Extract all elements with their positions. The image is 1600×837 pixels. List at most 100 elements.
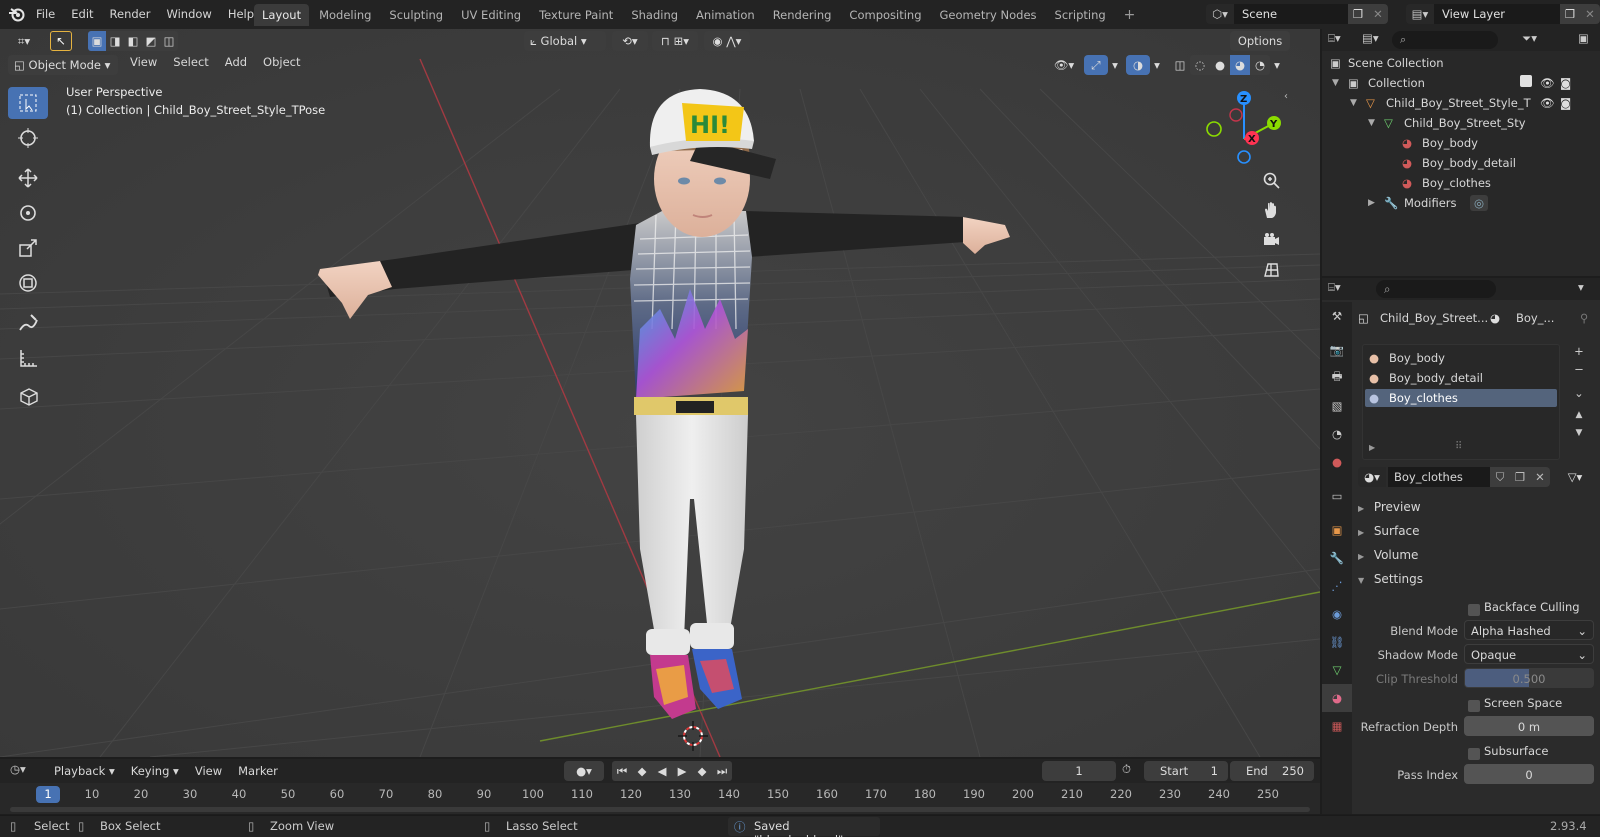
measure-tool-icon[interactable]	[8, 342, 48, 374]
tab-shading[interactable]: Shading	[623, 4, 686, 26]
add-workspace-button[interactable]: +	[1116, 4, 1144, 26]
ortho-grid-icon[interactable]	[1256, 255, 1286, 285]
solid-shading-icon[interactable]: ●	[1210, 55, 1230, 75]
gizmo-dropdown-icon[interactable]: ▾	[1108, 55, 1122, 75]
select-extend-icon[interactable]: ◨	[106, 31, 124, 51]
collection-tab-icon[interactable]: ▭	[1322, 482, 1352, 510]
properties-search-input[interactable]: ⌕	[1376, 280, 1496, 298]
outliner-row-modifiers[interactable]: ▶ 🔧 Modifiers ◎	[1322, 193, 1600, 213]
outliner-row-scene-collection[interactable]: ▣ Scene Collection	[1322, 53, 1600, 73]
new-view-layer-icon[interactable]: ❐	[1560, 4, 1580, 24]
viewport-menu-object[interactable]: Object	[255, 55, 308, 69]
slot-specials-icon[interactable]: ⌄	[1568, 380, 1590, 404]
modifier-tab-icon[interactable]: 🔧	[1322, 544, 1352, 572]
tab-compositing[interactable]: Compositing	[841, 4, 929, 26]
particles-tab-icon[interactable]: ⋰	[1322, 572, 1352, 600]
annotate-tool-icon[interactable]	[8, 307, 48, 339]
refraction-depth-field[interactable]: 0 m	[1464, 716, 1594, 736]
output-tab-icon[interactable]: 🖶	[1322, 364, 1352, 392]
tab-texture-paint[interactable]: Texture Paint	[531, 4, 621, 26]
timeline-editor-type-icon[interactable]: ◷▾	[10, 762, 26, 776]
eye-icon[interactable]: 👁	[1540, 73, 1555, 93]
view-layer-icon[interactable]: ▤▾	[1406, 4, 1434, 24]
pin-icon[interactable]: ⚲	[1580, 308, 1588, 328]
scene-name-field[interactable]: Scene	[1234, 4, 1348, 24]
blend-mode-dropdown[interactable]: Alpha Hashed ⌄	[1464, 620, 1594, 640]
rotate-tool-icon[interactable]	[8, 197, 48, 229]
viewport-menu-add[interactable]: Add	[217, 55, 255, 69]
outliner-row-material-clothes[interactable]: ◕ Boy_clothes	[1322, 173, 1600, 193]
jump-end-icon[interactable]: ⏭	[712, 761, 732, 781]
fake-user-icon[interactable]: ⛉	[1490, 467, 1510, 487]
object-render-icon[interactable]: ◙	[1560, 93, 1571, 113]
overlays-icon[interactable]: ◑	[1126, 55, 1150, 75]
proportional-edit-icon[interactable]: ◉ ⋀▾	[704, 31, 750, 51]
constraints-tab-icon[interactable]: ⛓	[1322, 628, 1352, 656]
outliner-row-object[interactable]: ▼ ▽ Child_Boy_Street_Style_T 👁 ◙	[1322, 93, 1600, 113]
outliner-row-collection[interactable]: ▼ ▣ Collection 👁 ◙	[1322, 73, 1600, 93]
duplicate-material-icon[interactable]: ❐	[1510, 467, 1530, 487]
view-layer-tab-icon[interactable]: ▧	[1322, 392, 1352, 420]
texture-tab-icon[interactable]: ▦	[1322, 712, 1352, 740]
object-tab-icon[interactable]: ▣	[1322, 516, 1352, 544]
select-set-icon[interactable]: ▣	[88, 31, 106, 51]
tool-tab-icon[interactable]: ⚒	[1322, 302, 1352, 330]
object-mode-dropdown[interactable]: ◱ Object Mode ▾	[8, 55, 118, 75]
view-layer-field[interactable]: View Layer	[1434, 4, 1560, 24]
zoom-icon[interactable]	[1256, 165, 1286, 195]
object-expand-icon[interactable]: ▼	[1350, 93, 1357, 113]
pivot-point-icon[interactable]: ⟲▾	[612, 31, 648, 51]
properties-options-icon[interactable]: ▾	[1578, 280, 1584, 294]
list-expand-icon[interactable]: ▶	[1369, 443, 1375, 452]
timeline-menu-view[interactable]: View	[187, 764, 230, 778]
wireframe-shading-icon[interactable]: ◌	[1190, 55, 1210, 75]
next-keyframe-icon[interactable]: ◆	[692, 761, 712, 781]
rendered-shading-icon[interactable]: ◔	[1250, 55, 1270, 75]
sidebar-toggle-icon[interactable]: ‹	[1284, 91, 1288, 102]
clip-threshold-slider[interactable]: 0.500	[1464, 668, 1594, 688]
preview-range-icon[interactable]: ⏱	[1122, 762, 1131, 777]
viewport-menu-view[interactable]: View	[122, 55, 165, 69]
material-slot-item[interactable]: ● Boy_body	[1365, 349, 1557, 367]
blender-logo-icon[interactable]	[8, 5, 26, 23]
timeline-menu-keying[interactable]: Keying ▾	[123, 764, 187, 778]
material-slot-item-selected[interactable]: ● Boy_clothes	[1365, 389, 1557, 407]
visibility-icon[interactable]: 👁▾	[1048, 55, 1080, 75]
shadow-mode-dropdown[interactable]: Opaque ⌄	[1464, 644, 1594, 664]
select-intersect-icon[interactable]: ◫	[160, 31, 178, 51]
neg-y-gizmo-icon[interactable]	[1206, 121, 1222, 137]
filter-icon[interactable]: ⏷▾	[1522, 31, 1537, 46]
3d-viewport[interactable]: HI! ⌗▾ ↖ ▣ ◨ ◧ ◩ ◫ ⟀ Global ▾ ⟲▾ ⊓ ⊞▾ ◉ …	[0, 29, 1320, 757]
properties-editor-type-icon[interactable]: ⌸▾	[1328, 280, 1341, 295]
gizmo-icon[interactable]: ⤢	[1084, 55, 1108, 75]
data-tab-icon[interactable]: ▽	[1322, 656, 1352, 684]
move-slot-down-icon[interactable]: ▼	[1568, 428, 1590, 446]
xray-icon[interactable]: ◫	[1170, 55, 1190, 75]
tab-scripting[interactable]: Scripting	[1047, 4, 1114, 26]
timeline-menu-playback[interactable]: Playback ▾	[46, 764, 123, 778]
add-slot-icon[interactable]: +	[1568, 344, 1590, 362]
material-name-field[interactable]: Boy_clothes	[1388, 467, 1490, 487]
browse-material-icon[interactable]: ◕▾	[1358, 467, 1386, 487]
tab-uv-editing[interactable]: UV Editing	[453, 4, 529, 26]
outliner-row-mesh[interactable]: ▼ ▽ Child_Boy_Street_Sty	[1322, 113, 1600, 133]
outliner-editor-type-icon[interactable]: ⌸▾	[1328, 31, 1341, 46]
modifiers-expand-icon[interactable]: ▶	[1368, 193, 1375, 213]
tab-sculpting[interactable]: Sculpting	[381, 4, 451, 26]
modifier-type-icon[interactable]: ◎	[1470, 195, 1488, 211]
select-box-tool-icon[interactable]	[8, 87, 48, 119]
end-frame-field[interactable]: End 250	[1230, 761, 1314, 781]
prev-keyframe-icon[interactable]: ◆	[632, 761, 652, 781]
panel-surface[interactable]: ▶ Surface	[1358, 520, 1594, 542]
display-mode-icon[interactable]: ▤▾	[1362, 31, 1379, 45]
tab-rendering[interactable]: Rendering	[765, 4, 840, 26]
select-subtract-icon[interactable]: ◧	[124, 31, 142, 51]
node-link-icon[interactable]: ▽▾	[1560, 467, 1590, 487]
material-shading-icon[interactable]: ◕	[1230, 55, 1250, 75]
list-resize-handle[interactable]: ⠿	[1455, 441, 1462, 452]
delete-scene-icon[interactable]: ✕	[1368, 4, 1388, 24]
world-tab-icon[interactable]: ●	[1322, 448, 1352, 476]
material-slot-item[interactable]: ● Boy_body_detail	[1365, 369, 1557, 387]
tab-animation[interactable]: Animation	[688, 4, 763, 26]
outliner-row-material-body-detail[interactable]: ◕ Boy_body_detail	[1322, 153, 1600, 173]
